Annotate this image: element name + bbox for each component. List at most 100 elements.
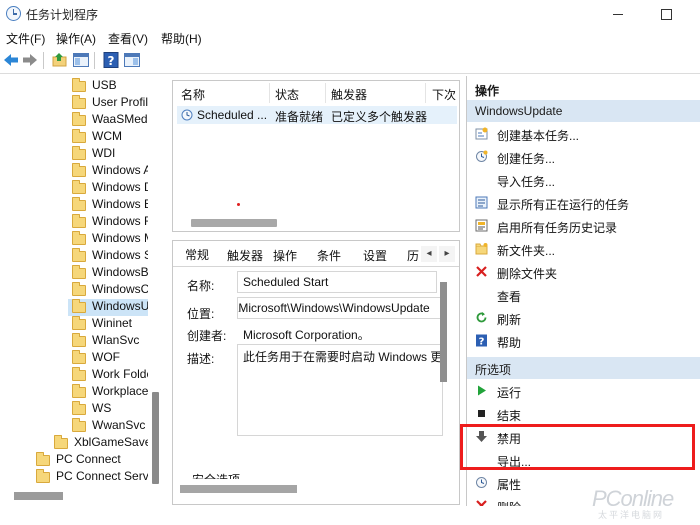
help-icon: ? (475, 334, 488, 348)
tree-item[interactable]: WwanSvc (68, 418, 150, 435)
tree-item[interactable]: PC Connect (32, 452, 150, 469)
tree-item[interactable]: Windows M (68, 231, 154, 248)
maximize-button[interactable] (656, 5, 676, 23)
folder-icon (72, 248, 86, 262)
tree-item[interactable]: WindowsU (68, 299, 150, 316)
folder-icon (72, 367, 86, 381)
menu-action[interactable]: 操作(A) (56, 30, 96, 47)
detail-horizontal-scroll-thumb[interactable] (180, 485, 297, 493)
tree-item[interactable]: Workplace (68, 384, 150, 401)
tree-item-label: Workplace (92, 384, 149, 398)
column-divider (269, 83, 270, 103)
tree-item[interactable]: WindowsCo (68, 282, 156, 299)
section-header-windowsupdate[interactable]: WindowsUpdate (467, 100, 700, 122)
tree-item-label: Windows M (92, 231, 155, 245)
action-item[interactable]: 删除文件夹 (467, 261, 700, 283)
action-item[interactable]: ? 帮助 (467, 330, 700, 352)
tab-actions[interactable]: 操作 (273, 247, 297, 264)
name-field[interactable]: Scheduled Start (237, 271, 437, 293)
tree-item[interactable]: Windows A (68, 163, 152, 180)
help-icon[interactable]: ? (102, 51, 120, 69)
folder-icon (36, 452, 50, 466)
action-item[interactable]: 导入任务... (467, 169, 700, 191)
minimize-button[interactable] (608, 5, 628, 23)
tree-item-label: USB (92, 78, 117, 92)
menu-view[interactable]: 查看(V) (108, 30, 148, 47)
tree-item[interactable]: Windows F (68, 214, 151, 231)
action-item[interactable]: 启用所有任务历史记录 (467, 215, 700, 237)
tree-item[interactable]: WCM (68, 129, 150, 146)
folder-icon (72, 231, 86, 245)
column-header-trigger[interactable]: 触发器 (331, 86, 367, 103)
back-arrow-icon[interactable] (2, 51, 20, 69)
tree-item[interactable]: WindowsBa (68, 265, 155, 282)
menu-file[interactable]: 文件(F) (6, 30, 45, 47)
action-item[interactable]: 新文件夹... (467, 238, 700, 260)
tree-item[interactable]: Windows D (68, 180, 153, 197)
tree-item[interactable]: Windows S (68, 248, 152, 265)
tree-item-label: Work Folde (92, 367, 154, 381)
tree-item[interactable]: PC Connect Servic (32, 469, 157, 486)
properties-icon (475, 476, 488, 489)
folder-up-icon[interactable] (51, 51, 69, 69)
table-row[interactable]: Scheduled ... 准备就绪 已定义多个触发器 (177, 106, 457, 124)
end-icon (475, 407, 488, 420)
action-item[interactable]: 结束 (467, 403, 700, 425)
folder-icon (36, 469, 50, 483)
tree-item[interactable]: USB (68, 78, 150, 95)
action-item[interactable]: 创建任务... (467, 146, 700, 168)
tree-item[interactable]: WS (68, 401, 150, 418)
action-item[interactable]: 显示所有正在运行的任务 (467, 192, 700, 214)
list-horizontal-scroll-thumb[interactable] (191, 219, 277, 227)
tree-item[interactable]: WlanSvc (68, 333, 150, 350)
column-header-status[interactable]: 状态 (275, 86, 299, 103)
tree-item[interactable]: XblGameSave (50, 435, 151, 452)
tab-scroll-right-icon[interactable]: ▸ (439, 246, 455, 262)
tree-item-label: WindowsU (92, 299, 150, 313)
tree-item-label: WOF (92, 350, 120, 364)
watermark-subtitle: 太平洋电脑网 (598, 510, 665, 520)
task-trigger-cell: 已定义多个触发器 (331, 110, 428, 124)
author-field[interactable]: Microsoft Corporation。 (237, 322, 437, 344)
location-field[interactable]: \Microsoft\Windows\WindowsUpdate (237, 297, 443, 319)
delete-icon (475, 499, 488, 506)
column-header-name[interactable]: 名称 (181, 86, 205, 103)
tree-horizontal-scroll-thumb[interactable] (14, 492, 63, 500)
toolbar: ? (0, 48, 700, 74)
tree-item[interactable]: WDI (68, 146, 150, 163)
show-hide-tree-icon[interactable] (72, 51, 90, 69)
new-folder-icon (475, 242, 488, 255)
tree-item[interactable]: WaaSMedi (68, 112, 150, 129)
tab-history[interactable]: 历 (407, 247, 419, 264)
column-divider (425, 83, 426, 103)
action-item[interactable]: 查看 (467, 284, 700, 306)
tab-general[interactable]: 常规 (181, 245, 214, 264)
toolbar-separator (43, 52, 44, 69)
tab-scroll-left-icon[interactable]: ◂ (421, 246, 437, 262)
column-header-next-run[interactable]: 下次 (432, 86, 456, 103)
tree-scroll-thumb[interactable] (152, 392, 159, 484)
tree-item[interactable]: Wininet (68, 316, 150, 333)
description-field[interactable]: 此任务用于在需要时启动 Windows 更新 (237, 344, 443, 436)
tab-conditions[interactable]: 条件 (317, 247, 341, 264)
action-item-label: 新文件夹... (497, 244, 556, 258)
action-pane-icon[interactable] (123, 51, 141, 69)
tree-item[interactable]: Work Folde (68, 367, 154, 384)
task-detail-pane: 常规 触发器 操作 条件 设置 历 ◂ ▸ 名称: Scheduled Star… (172, 240, 460, 505)
folder-tree[interactable]: USB User Profile WaaSMedi WCM WDI Windows A Wi… (0, 75, 164, 505)
tree-item[interactable]: Windows E (68, 197, 152, 214)
menu-help[interactable]: 帮助(H) (161, 30, 202, 47)
folder-icon (72, 129, 86, 143)
tab-triggers[interactable]: 触发器 (227, 247, 263, 264)
tab-settings[interactable]: 设置 (363, 247, 387, 264)
action-item[interactable]: 刷新 (467, 307, 700, 329)
detail-scroll-thumb[interactable] (440, 282, 447, 382)
tree-item[interactable]: WOF (68, 350, 150, 367)
action-item[interactable]: 创建基本任务... (467, 123, 700, 145)
folder-icon (72, 95, 86, 109)
section-header-selected-item[interactable]: 所选项 (467, 357, 700, 379)
tree-item[interactable]: User Profile (68, 95, 155, 112)
action-item[interactable]: 运行 (467, 380, 700, 402)
tree-item-label: Windows A (92, 163, 152, 177)
forward-arrow-icon[interactable] (21, 51, 39, 69)
